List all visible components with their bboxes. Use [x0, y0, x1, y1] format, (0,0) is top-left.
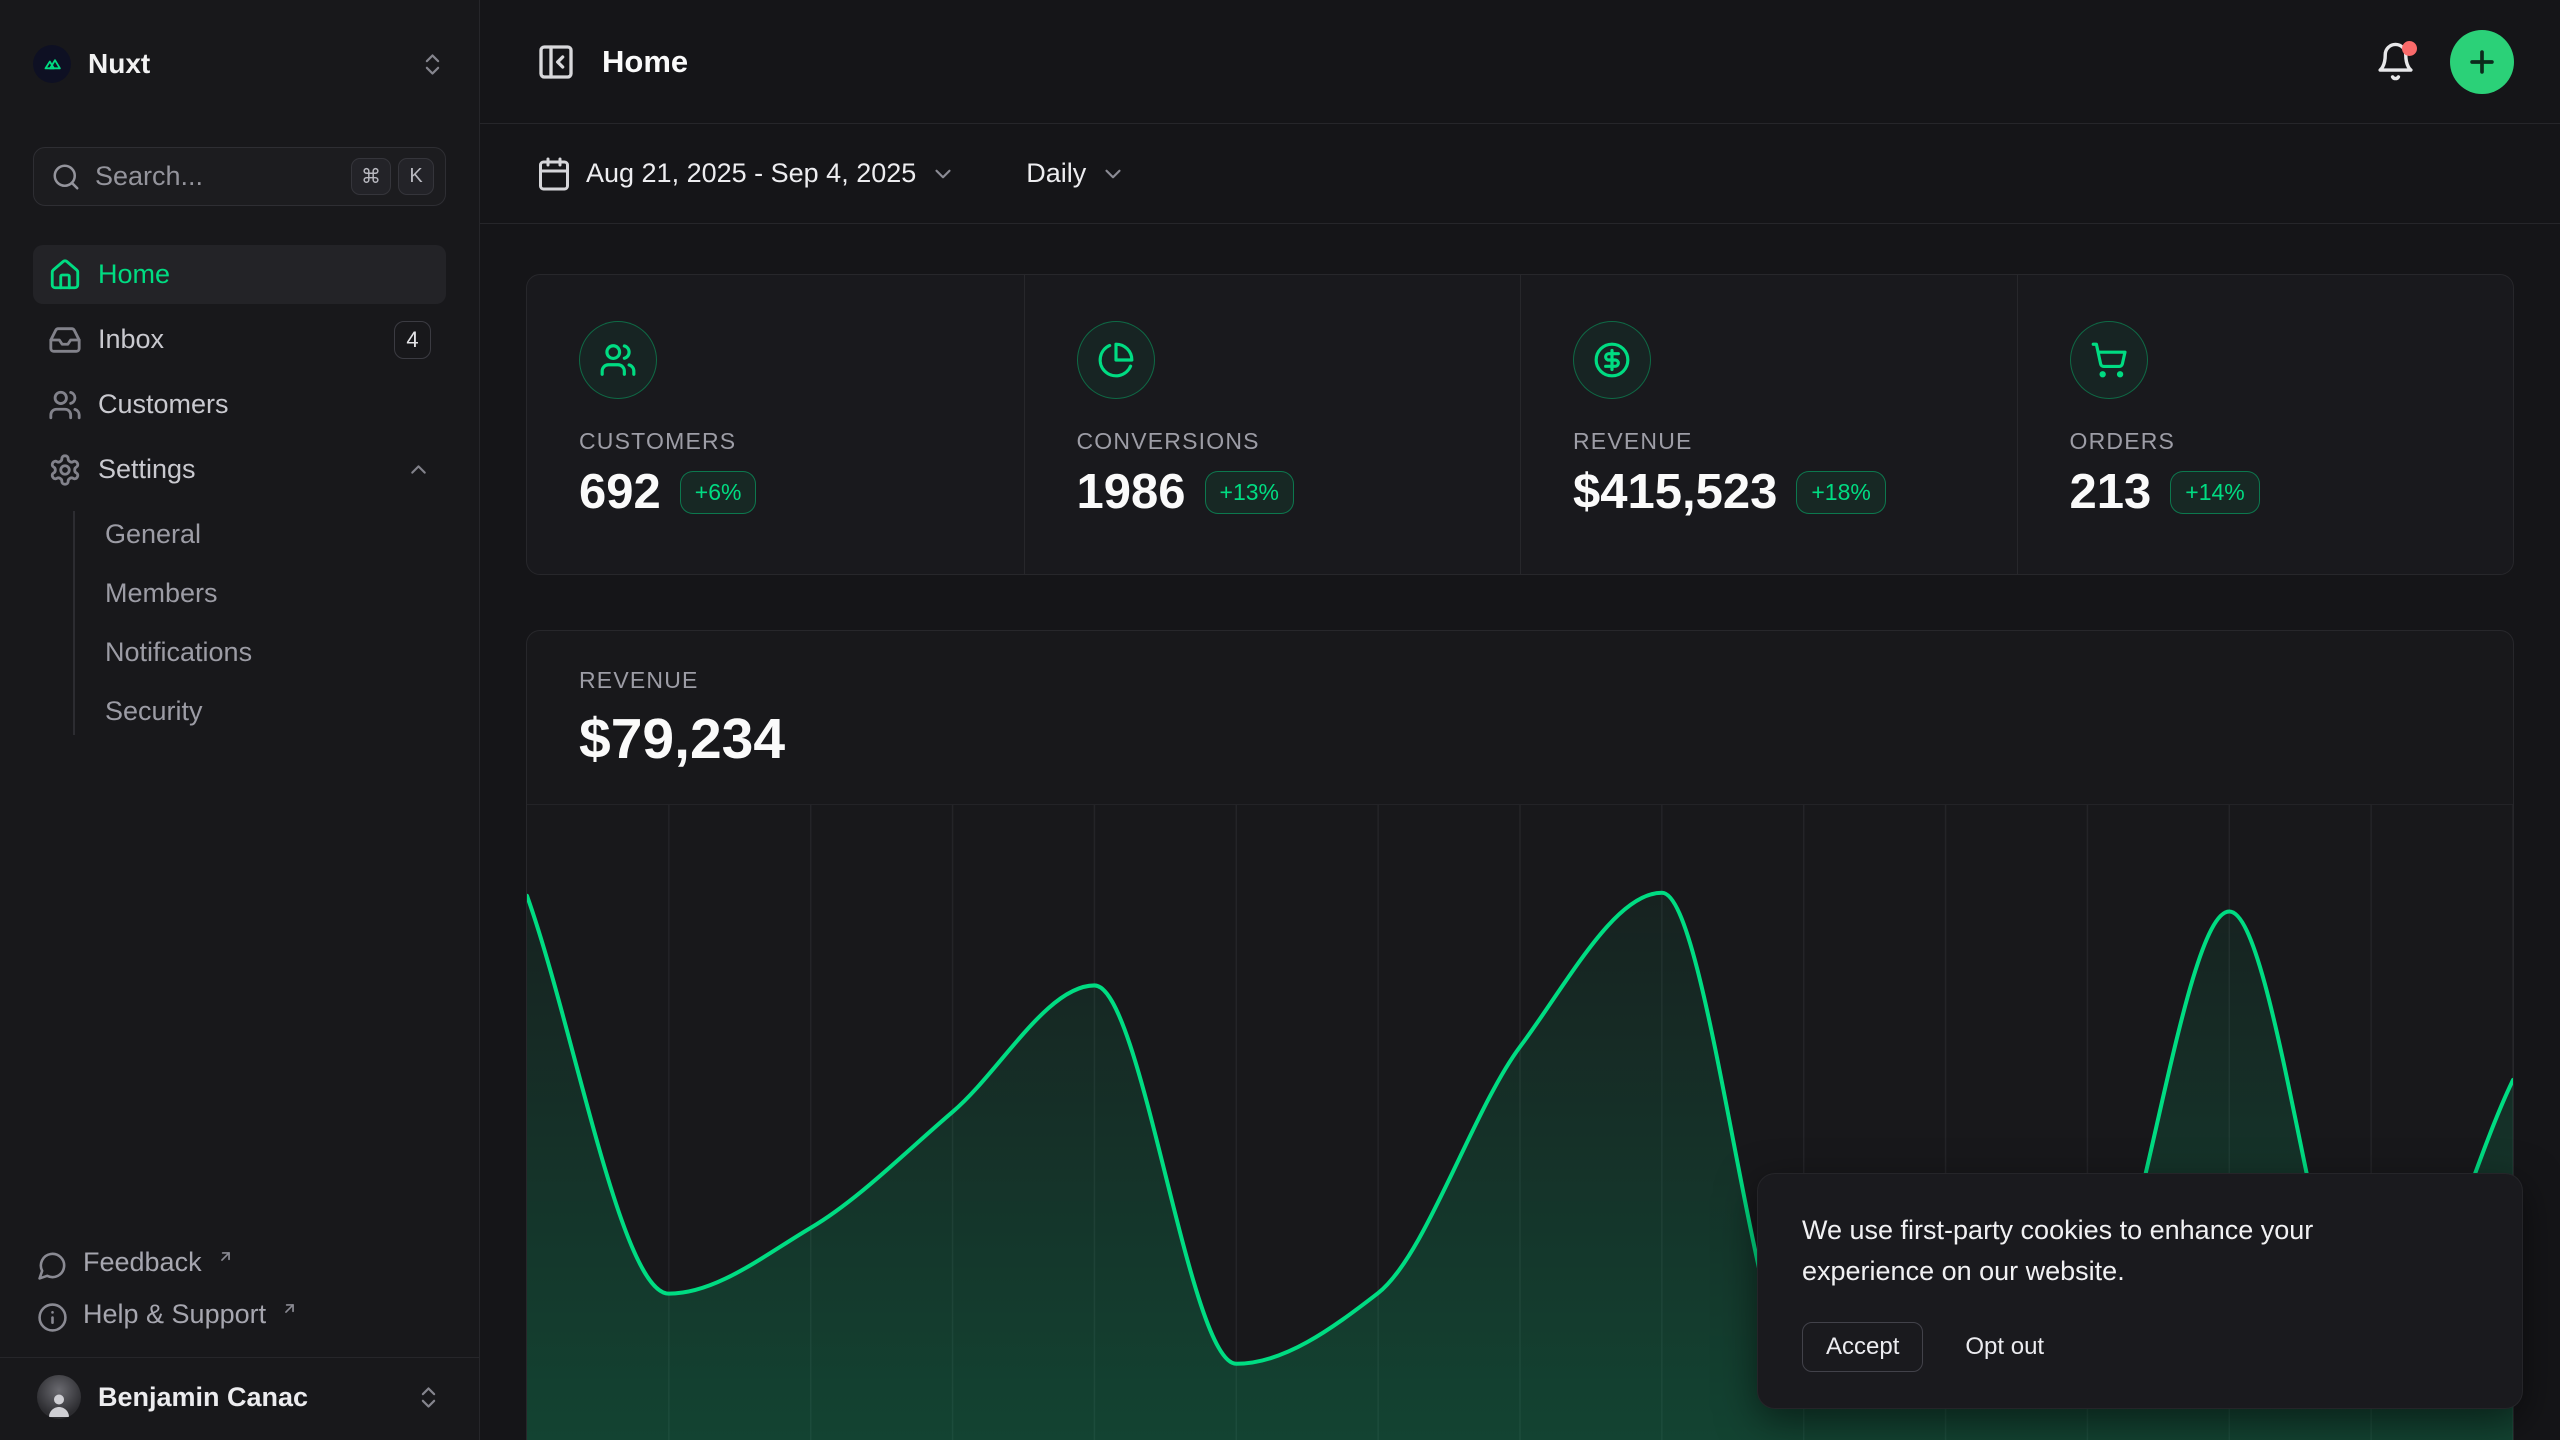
help-support-link[interactable]: Help & Support [37, 1299, 442, 1333]
stat-customers[interactable]: CUSTOMERS 692 +6% [527, 275, 1024, 574]
granularity-select[interactable]: Daily [1026, 158, 1126, 189]
revenue-chart-value: $79,234 [579, 706, 2461, 772]
sidebar: Nuxt Search... ⌘ K Home Inbox 4 [0, 0, 480, 1440]
sidebar-item-label: Inbox [98, 324, 164, 355]
inbox-count-badge: 4 [394, 321, 431, 359]
sidebar-subitem-security[interactable]: Security [33, 682, 446, 741]
sidebar-subitem-members[interactable]: Members [33, 564, 446, 623]
chevron-up-icon [406, 457, 431, 482]
info-circle-icon [37, 1302, 68, 1333]
stats-card: CUSTOMERS 692 +6% CONVERSIONS 1986 +13% [526, 274, 2514, 575]
cookie-banner: We use first-party cookies to enhance yo… [1757, 1173, 2523, 1409]
sidebar-item-settings[interactable]: Settings [33, 440, 446, 499]
stat-delta-badge: +13% [1205, 471, 1294, 514]
search-placeholder: Search... [95, 161, 203, 192]
stat-delta-badge: +6% [680, 471, 757, 514]
add-button[interactable] [2450, 30, 2514, 94]
chevrons-up-down-icon [419, 51, 446, 78]
stat-value: 213 [2070, 464, 2152, 520]
stat-conversions[interactable]: CONVERSIONS 1986 +13% [1024, 275, 1521, 574]
notification-dot [2402, 41, 2417, 56]
shopping-cart-icon [2090, 341, 2128, 379]
sidebar-collapse-button[interactable] [536, 42, 576, 82]
sidebar-item-inbox[interactable]: Inbox 4 [33, 310, 446, 369]
user-menu[interactable]: Benjamin Canac [0, 1357, 479, 1440]
revenue-chart-label: REVENUE [579, 667, 2461, 694]
feedback-label: Feedback [83, 1247, 202, 1278]
feedback-link[interactable]: Feedback [37, 1247, 442, 1281]
stat-value: $415,523 [1573, 464, 1777, 520]
user-name: Benjamin Canac [98, 1382, 308, 1413]
stat-label: CONVERSIONS [1077, 428, 1501, 455]
top-header: Home [480, 0, 2560, 124]
sidebar-item-label: Customers [98, 389, 229, 420]
stat-value: 692 [579, 464, 661, 520]
stat-icon-circle [2070, 321, 2148, 399]
avatar [37, 1375, 81, 1419]
cookie-message: We use first-party cookies to enhance yo… [1802, 1210, 2432, 1292]
stat-icon-circle [1573, 321, 1651, 399]
workspace-selector[interactable]: Nuxt [33, 45, 446, 83]
kbd-k: K [398, 158, 434, 195]
stat-revenue[interactable]: REVENUE $415,523 +18% [1520, 275, 2017, 574]
chevron-down-icon [1100, 161, 1126, 187]
optout-cookies-button[interactable]: Opt out [1965, 1333, 2044, 1361]
workspace-name: Nuxt [88, 48, 150, 80]
external-link-icon [281, 1299, 298, 1317]
sidebar-spacer [33, 741, 446, 1247]
granularity-value: Daily [1026, 158, 1086, 189]
external-link-icon [217, 1247, 234, 1265]
stat-label: ORDERS [2070, 428, 2494, 455]
stat-value: 1986 [1077, 464, 1186, 520]
search-shortcut: ⌘ K [351, 158, 434, 195]
chevrons-up-down-icon [415, 1384, 442, 1411]
sidebar-footer-links: Feedback Help & Support [33, 1247, 446, 1357]
calendar-icon [536, 156, 572, 192]
app-root: Nuxt Search... ⌘ K Home Inbox 4 [0, 0, 2560, 1440]
stat-delta-badge: +14% [2170, 471, 2259, 514]
date-range-value: Aug 21, 2025 - Sep 4, 2025 [586, 158, 916, 189]
notifications-button[interactable] [2375, 41, 2416, 82]
users-icon [599, 341, 637, 379]
stat-orders[interactable]: ORDERS 213 +14% [2017, 275, 2514, 574]
sidebar-subitem-general[interactable]: General [33, 505, 446, 564]
search-icon [51, 162, 81, 192]
filters-toolbar: Aug 21, 2025 - Sep 4, 2025 Daily [480, 124, 2560, 224]
help-support-label: Help & Support [83, 1299, 266, 1330]
stat-delta-badge: +18% [1796, 471, 1885, 514]
sidebar-item-label: Home [98, 259, 170, 290]
sidebar-item-home[interactable]: Home [33, 245, 446, 304]
header-actions [2375, 30, 2514, 94]
date-range-picker[interactable]: Aug 21, 2025 - Sep 4, 2025 [536, 156, 956, 192]
circle-dollar-icon [1593, 341, 1631, 379]
chat-bubble-icon [37, 1250, 68, 1281]
users-icon [48, 388, 82, 422]
search-input[interactable]: Search... ⌘ K [33, 147, 446, 206]
kbd-cmd: ⌘ [351, 158, 391, 195]
revenue-chart-header: REVENUE $79,234 [527, 631, 2513, 772]
nuxt-logo [33, 45, 71, 83]
house-icon [48, 258, 82, 292]
gear-icon [48, 453, 82, 487]
stat-icon-circle [1077, 321, 1155, 399]
panel-left-close-icon [536, 42, 576, 82]
sidebar-subitem-notifications[interactable]: Notifications [33, 623, 446, 682]
accept-cookies-button[interactable]: Accept [1802, 1322, 1923, 1372]
stat-label: CUSTOMERS [579, 428, 1004, 455]
stat-label: REVENUE [1573, 428, 1997, 455]
settings-subnav: General Members Notifications Security [33, 505, 446, 741]
inbox-icon [48, 323, 82, 357]
chevron-down-icon [930, 161, 956, 187]
sidebar-item-label: Settings [98, 454, 196, 485]
sidebar-item-customers[interactable]: Customers [33, 375, 446, 434]
page-title: Home [602, 44, 688, 80]
stat-icon-circle [579, 321, 657, 399]
sidebar-nav: Home Inbox 4 Customers Settings General [33, 245, 446, 741]
pie-chart-icon [1097, 341, 1135, 379]
plus-icon [2465, 45, 2499, 79]
